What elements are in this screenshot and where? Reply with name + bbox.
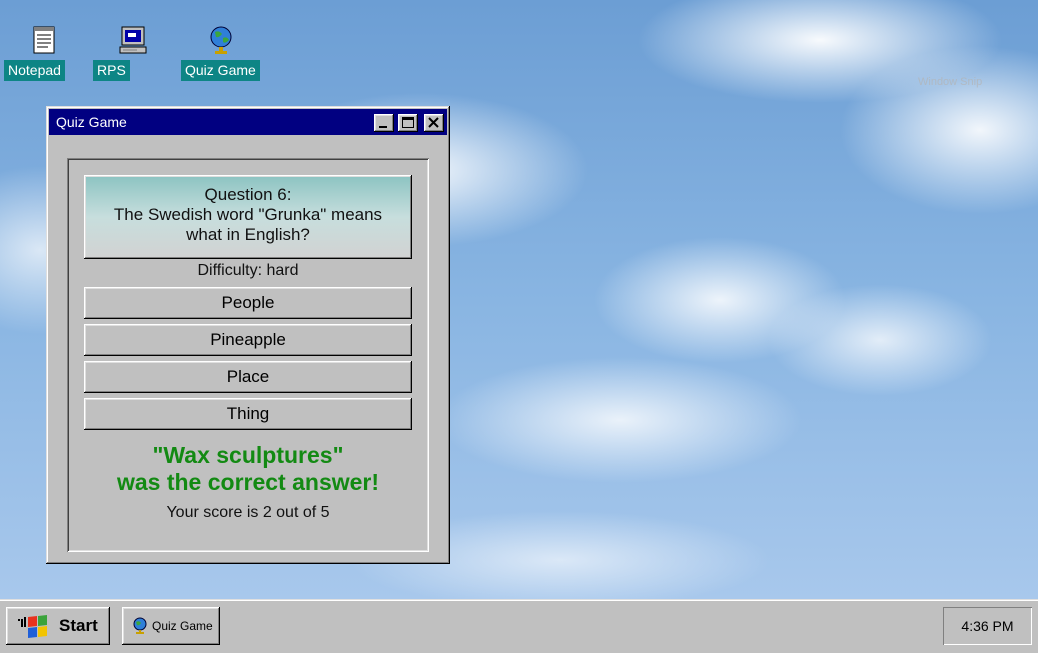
start-button[interactable]: Start xyxy=(6,607,110,645)
quiz-panel: Question 6: The Swedish word "Grunka" me… xyxy=(67,158,429,552)
question-number: Question 6: xyxy=(204,185,292,204)
maximize-button[interactable] xyxy=(398,114,418,132)
question-text-line2: what in English? xyxy=(186,225,310,244)
desktop-icon-label: Quiz Game xyxy=(181,60,260,81)
window-title: Quiz Game xyxy=(56,114,127,130)
taskbar-item-label: Quiz Game xyxy=(152,619,213,633)
computer-icon xyxy=(119,26,147,54)
windows-logo-icon xyxy=(18,615,47,638)
globe-icon xyxy=(133,617,147,634)
close-icon xyxy=(428,117,439,128)
answer-button-thing[interactable]: Thing xyxy=(84,398,412,430)
taskbar: Start Quiz Game 4:36 PM xyxy=(0,599,1038,653)
start-label: Start xyxy=(59,616,98,635)
answer-button-place[interactable]: Place xyxy=(84,361,412,393)
desktop-icon-label: RPS xyxy=(93,60,130,81)
question-text-line1: The Swedish word "Grunka" means xyxy=(113,205,383,224)
answer-button-people[interactable]: People xyxy=(84,287,412,319)
result-line2: was the correct answer! xyxy=(116,469,380,495)
taskbar-item-quiz-game[interactable]: Quiz Game xyxy=(122,607,220,645)
minimize-button[interactable] xyxy=(374,114,394,132)
desktop-icon-notepad[interactable]: Notepad xyxy=(4,22,86,84)
quiz-game-window: Quiz Game Question 6: The Swedish word "… xyxy=(46,106,450,564)
globe-icon xyxy=(210,26,232,54)
desktop-icon-rps[interactable]: RPS xyxy=(93,22,175,84)
notepad-icon xyxy=(33,26,55,54)
desktop-icon-label: Notepad xyxy=(4,60,65,81)
watermark-text: Window Snip xyxy=(918,76,983,88)
maximize-icon xyxy=(402,117,414,128)
result-message: "Wax sculptures" was the correct answer! xyxy=(67,442,429,496)
close-button[interactable] xyxy=(424,114,444,132)
difficulty-label: Difficulty: hard xyxy=(197,262,299,279)
answer-button-pineapple[interactable]: Pineapple xyxy=(84,324,412,356)
score-label: Your score is 2 out of 5 xyxy=(166,504,330,521)
system-tray-clock[interactable]: 4:36 PM xyxy=(943,607,1032,645)
minimize-icon xyxy=(379,126,387,128)
desktop-icon-quiz-game[interactable]: Quiz Game xyxy=(181,22,263,84)
result-line1: "Wax sculptures" xyxy=(152,442,344,468)
question-box: Question 6: The Swedish word "Grunka" me… xyxy=(84,175,412,259)
window-titlebar[interactable]: Quiz Game xyxy=(49,109,447,135)
